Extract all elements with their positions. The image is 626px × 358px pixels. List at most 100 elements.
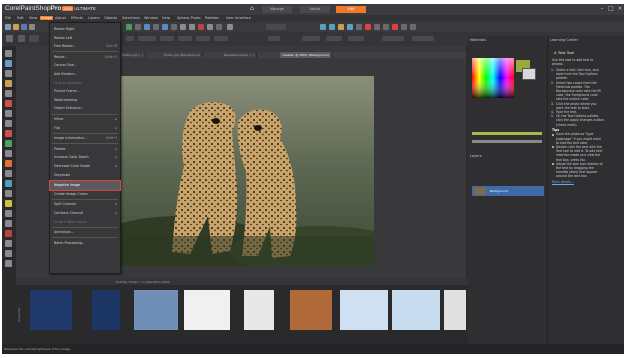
thumbnail-1[interactable] [30, 290, 72, 330]
tool-icon-5[interactable] [162, 24, 168, 30]
freehand-tool-icon[interactable] [5, 90, 12, 97]
thumbnail-5[interactable] [244, 290, 274, 330]
tool-icon-13[interactable] [320, 24, 326, 30]
doc-tab-4[interactable]: cheetah @ 100% (Background) [280, 52, 332, 58]
option-field-2[interactable] [126, 36, 134, 41]
menu-user-interface[interactable]: User Interface [225, 16, 252, 20]
home-icon[interactable]: ⌂ [250, 6, 256, 12]
straighten-tool-icon[interactable] [5, 120, 12, 127]
maximize-icon[interactable]: □ [607, 5, 615, 13]
preset-icon[interactable] [6, 35, 13, 42]
option-field-8[interactable] [268, 36, 280, 41]
tool-icon-10[interactable] [207, 24, 213, 30]
menu-item-greyscale[interactable]: Greyscale [50, 171, 120, 180]
save-icon[interactable] [21, 24, 27, 30]
eraser-tool-icon[interactable] [5, 170, 12, 177]
move-tool-icon[interactable] [5, 70, 12, 77]
more-details-link[interactable]: More details... [552, 180, 574, 184]
tool-icon-16[interactable] [347, 24, 353, 30]
redeye-tool-icon[interactable] [5, 130, 12, 137]
scratch-tool-icon[interactable] [5, 160, 12, 167]
undo-icon[interactable] [29, 24, 35, 30]
option-icon-1[interactable] [18, 35, 25, 42]
airbrush-tool-icon[interactable] [5, 190, 12, 197]
tool-icon-17[interactable] [356, 24, 362, 30]
option-field-6[interactable] [196, 36, 210, 41]
option-field-11[interactable] [348, 36, 364, 41]
tool-icon-18[interactable] [365, 24, 371, 30]
tool-icon-23[interactable] [410, 24, 416, 30]
menu-file[interactable]: File [4, 16, 12, 20]
menu-selections[interactable]: Selections [121, 16, 141, 20]
tool-icon-14[interactable] [329, 24, 335, 30]
tool-icon-6[interactable] [171, 24, 177, 30]
thumbnail-2[interactable] [92, 290, 120, 330]
paint-brush-tool-icon[interactable] [5, 180, 12, 187]
recent-colors-bar[interactable] [472, 132, 542, 135]
option-field-4[interactable] [160, 36, 174, 41]
doc-tab-3[interactable]: Negative Image (...) [222, 52, 257, 58]
new-file-icon[interactable] [5, 24, 11, 30]
thumbnail-3[interactable] [134, 290, 178, 330]
option-field-10[interactable] [326, 36, 342, 41]
background-color-swatch[interactable] [522, 68, 536, 80]
menu-adjust[interactable]: Adjust [54, 16, 67, 20]
option-field-3[interactable] [138, 36, 156, 41]
text-tool-icon[interactable] [5, 240, 12, 247]
color-swatches[interactable] [472, 58, 514, 98]
doc-tab-2[interactable]: Photo..jpg (Background) [162, 52, 204, 58]
doc-tab-1[interactable]: Photo..jpg (...) [120, 52, 147, 58]
smudge-tool-icon[interactable] [5, 210, 12, 217]
menu-layers[interactable]: Layers [87, 16, 101, 20]
thumbnail-6[interactable] [290, 290, 332, 330]
menu-help[interactable]: Help [161, 16, 171, 20]
menu-item-animation[interactable]: Animation... [50, 228, 120, 237]
menu-window[interactable]: Window [143, 16, 159, 20]
flood-fill-tool-icon[interactable] [5, 230, 12, 237]
layer-row-background[interactable]: Background [472, 186, 544, 196]
lighten-tool-icon[interactable] [5, 200, 12, 207]
tool-icon-12[interactable] [227, 24, 233, 30]
tool-icon-11[interactable] [216, 24, 222, 30]
tab-adjust[interactable]: Adjust [300, 6, 330, 13]
makeover-tool-icon[interactable] [5, 140, 12, 147]
option-field-12[interactable] [382, 36, 404, 41]
tool-icon-1[interactable] [126, 24, 132, 30]
pick-tool-icon[interactable] [5, 60, 12, 67]
cheetah-photo[interactable] [120, 76, 374, 266]
tab-manage[interactable]: Manage [262, 6, 292, 13]
thumbnail-8[interactable] [392, 290, 440, 330]
thumbnail-7[interactable] [340, 290, 388, 330]
tool-icon-2[interactable] [135, 24, 141, 30]
option-field-13[interactable] [412, 36, 434, 41]
clone-tool-icon[interactable] [5, 150, 12, 157]
tool-icon-3[interactable] [144, 24, 150, 30]
tab-edit[interactable]: Edit [336, 6, 366, 13]
tool-icon-21[interactable] [392, 24, 398, 30]
thumbnail-4[interactable] [184, 290, 230, 330]
option-field-7[interactable] [214, 36, 228, 41]
menu-objects[interactable]: Objects [103, 16, 118, 20]
crop-tool-icon[interactable] [5, 110, 12, 117]
open-folder-icon[interactable] [13, 24, 19, 30]
tool-icon-15[interactable] [338, 24, 344, 30]
minimize-icon[interactable]: – [598, 5, 606, 13]
color-bar[interactable] [472, 140, 542, 143]
shape-tool-icon[interactable] [5, 250, 12, 257]
pen-tool-icon[interactable] [5, 260, 12, 267]
menu-item-batch-processing[interactable]: Batch Processing... [50, 239, 120, 248]
menu-item-free-rotate[interactable]: Free Rotate... Ctrl+R [50, 42, 120, 51]
menu-image[interactable]: Image [40, 16, 53, 20]
tool-icon-9[interactable] [198, 24, 204, 30]
menu-item-object-extractor[interactable]: Object Extractor... [50, 104, 120, 113]
option-field-1[interactable] [29, 35, 39, 42]
retouch-button[interactable] [266, 24, 286, 30]
thumbnail-9[interactable] [444, 290, 466, 330]
close-icon[interactable]: × [616, 5, 624, 13]
tool-icon-8[interactable] [189, 24, 195, 30]
menu-effects[interactable]: Effects [70, 16, 84, 20]
color-replacer-tool-icon[interactable] [5, 220, 12, 227]
tool-icon-4[interactable] [153, 24, 159, 30]
option-field-9[interactable] [302, 36, 320, 41]
tool-icon-22[interactable] [401, 24, 407, 30]
